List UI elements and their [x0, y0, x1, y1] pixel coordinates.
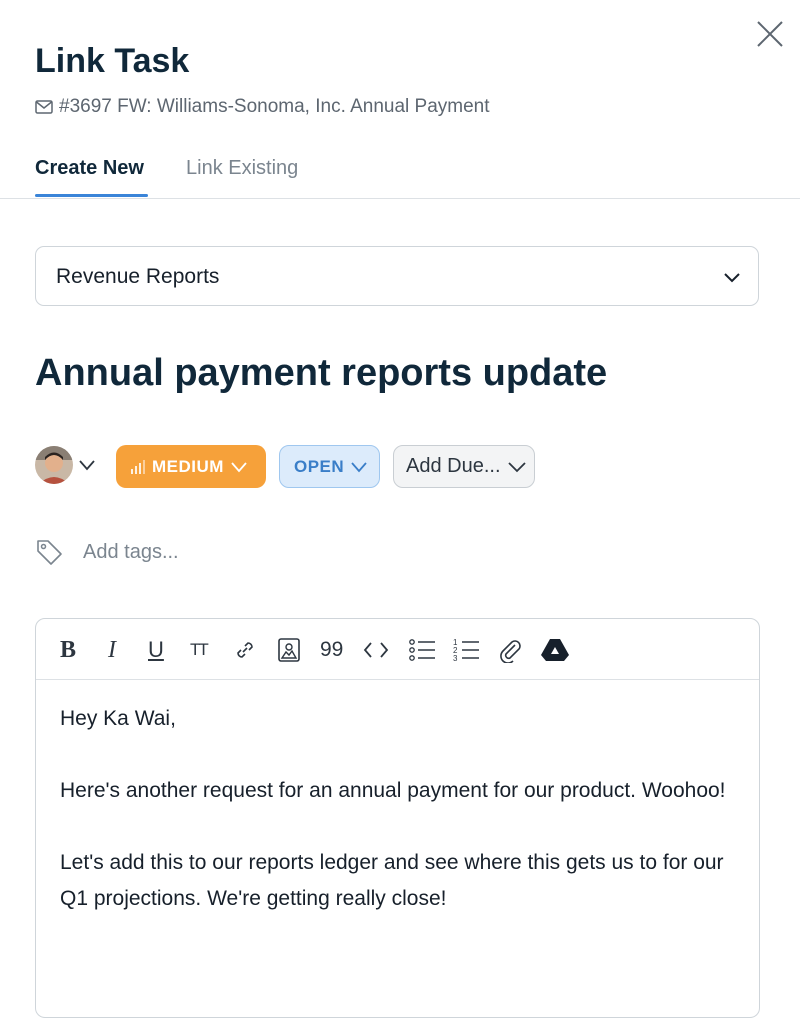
google-drive-icon — [541, 639, 569, 661]
due-date-dropdown[interactable]: Add Due... — [393, 445, 535, 488]
signal-bars-icon — [131, 459, 145, 474]
envelope-icon — [35, 100, 53, 114]
assignee-chevron-down-icon[interactable] — [78, 458, 96, 472]
tab-create-new[interactable]: Create New — [35, 157, 144, 180]
chevron-down-icon — [351, 461, 367, 472]
formatting-toolbar: B I U TT 99 1 2 3 — [36, 619, 759, 680]
tab-link-existing[interactable]: Link Existing — [186, 157, 298, 180]
description-editor: B I U TT 99 1 2 3 Hey Ka Wai, Here's ano… — [35, 618, 760, 1018]
underline-button[interactable]: U — [148, 636, 164, 664]
priority-label: MEDIUM — [152, 456, 224, 476]
tab-bar: Create New Link Existing — [0, 150, 800, 199]
editor-paragraph: Here's another request for an annual pay… — [60, 779, 726, 802]
numbered-list-icon: 1 2 3 — [453, 638, 479, 663]
tags-field[interactable]: Add tags... — [35, 538, 179, 566]
close-icon — [757, 21, 783, 47]
status-label: OPEN — [294, 456, 345, 476]
link-icon — [237, 642, 253, 658]
subject-text: #3697 FW: Williams-Sonoma, Inc. Annual P… — [59, 96, 490, 117]
task-title[interactable]: Annual payment reports update — [35, 352, 607, 395]
tag-icon — [37, 540, 62, 565]
link-button[interactable] — [232, 636, 258, 664]
code-button[interactable] — [362, 636, 390, 664]
dialog-title: Link Task — [35, 42, 190, 80]
chevron-down-icon — [724, 273, 740, 283]
google-drive-button[interactable] — [540, 636, 570, 664]
quote-button[interactable]: 99 — [320, 636, 343, 664]
paperclip-icon — [500, 640, 521, 663]
project-select-value: Revenue Reports — [56, 265, 220, 288]
text-size-button[interactable]: TT — [190, 636, 209, 664]
editor-content[interactable]: Hey Ka Wai, Here's another request for a… — [60, 701, 740, 953]
code-icon — [363, 642, 389, 658]
numbered-list-button[interactable]: 1 2 3 — [452, 636, 480, 664]
linked-email-subject: #3697 FW: Williams-Sonoma, Inc. Annual P… — [35, 96, 490, 118]
svg-text:3: 3 — [453, 654, 458, 663]
editor-paragraph: Hey Ka Wai, — [60, 707, 176, 730]
avatar-image — [35, 446, 73, 484]
chevron-down-icon — [507, 461, 526, 472]
editor-paragraph: Let's add this to our reports ledger and… — [60, 851, 724, 910]
due-date-label: Add Due... — [406, 455, 501, 477]
project-select[interactable]: Revenue Reports — [35, 246, 759, 306]
status-dropdown[interactable]: OPEN — [279, 445, 380, 488]
attachment-button[interactable] — [496, 636, 524, 664]
active-tab-indicator — [35, 194, 148, 197]
close-button[interactable] — [756, 20, 784, 48]
italic-button[interactable]: I — [108, 636, 116, 664]
tags-placeholder: Add tags... — [83, 540, 179, 563]
assignee-avatar[interactable] — [35, 446, 73, 484]
image-icon — [278, 638, 300, 662]
priority-dropdown[interactable]: MEDIUM — [116, 445, 266, 488]
bulleted-list-button[interactable] — [408, 636, 436, 664]
bulleted-list-icon — [409, 639, 435, 661]
chevron-down-icon — [231, 461, 247, 472]
image-button[interactable] — [276, 636, 302, 664]
bold-button[interactable]: B — [60, 636, 76, 664]
